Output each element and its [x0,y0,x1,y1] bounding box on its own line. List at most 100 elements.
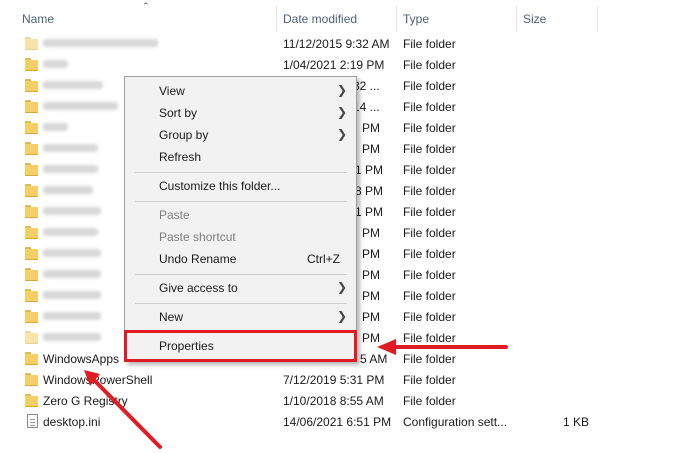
blurred-name [43,333,101,341]
menu-item-label: Undo Rename [159,252,237,266]
menu-item-give-access[interactable]: Give access to ❯ [125,277,356,299]
folder-icon [25,184,38,197]
menu-item-new[interactable]: New ❯ [125,306,356,328]
menu-item-label: Paste shortcut [159,230,236,244]
date-cell: 14 ... [353,100,380,114]
folder-icon [25,142,38,155]
date-cell: PM [362,268,380,282]
date-cell: PM [362,310,380,324]
folder-icon [25,121,38,134]
date-cell: PM [362,289,380,303]
type-cell: File folder [403,373,456,387]
date-cell: 7/12/2019 5:31 PM [283,373,385,387]
date-cell: PM [362,247,380,261]
menu-item-customize-folder[interactable]: Customize this folder... [125,175,356,197]
menu-item-label: Customize this folder... [159,179,281,193]
column-divider[interactable] [396,6,397,32]
date-cell: PM [362,226,380,240]
name-cell: WindowsPowerShell [43,373,153,387]
blurred-name [43,186,93,194]
menu-item-view[interactable]: View ❯ [125,80,356,102]
column-divider[interactable] [516,6,517,32]
date-cell: 14/06/2021 6:51 PM [283,415,392,429]
column-divider[interactable] [276,6,277,32]
chevron-right-icon: ❯ [336,280,347,294]
folder-icon [25,58,38,71]
menu-item-label: Give access to [159,281,238,295]
column-name[interactable]: Name [22,12,54,26]
table-row[interactable]: WindowsPowerShell 7/12/2019 5:31 PM File… [0,370,600,391]
menu-item-sort-by[interactable]: Sort by ❯ [125,102,356,124]
folder-icon [25,310,38,323]
menu-item-label: View [159,84,185,98]
date-cell: 1 PM [355,205,384,219]
table-row[interactable]: desktop.ini 14/06/2021 6:51 PM Configura… [0,412,600,433]
date-cell: 1/10/2018 8:55 AM [283,394,384,408]
menu-item-group-by[interactable]: Group by ❯ [125,124,356,146]
type-cell: File folder [403,352,456,366]
menu-item-undo-rename[interactable]: Undo Rename Ctrl+Z [125,248,356,270]
menu-separator [135,201,347,202]
context-menu: View ❯ Sort by ❯ Group by ❯ Refresh Cust… [124,76,357,362]
folder-icon [25,331,38,344]
folder-icon [25,289,38,302]
date-cell: 1 PM [355,163,384,177]
column-divider[interactable] [597,6,598,32]
blurred-name [43,312,101,320]
blurred-name [43,291,101,299]
folder-icon [25,394,38,407]
name-cell: WindowsApps [43,352,120,366]
chevron-right-icon: ❯ [336,105,347,119]
menu-item-paste-shortcut[interactable]: Paste shortcut [125,226,356,248]
menu-item-label: Sort by [159,106,198,120]
folder-icon [25,79,38,92]
type-cell: File folder [403,79,456,93]
column-size[interactable]: Size [523,12,546,26]
date-cell: 11/12/2015 9:32 AM [283,37,390,51]
column-type[interactable]: Type [403,12,429,26]
date-cell: PM [362,142,380,156]
blurred-name [43,39,158,47]
blurred-name [43,81,103,89]
type-cell: File folder [403,310,456,324]
type-cell: File folder [403,247,456,261]
type-cell: File folder [403,37,456,51]
table-row[interactable]: 1/04/2021 2:19 PM File folder [0,55,600,76]
blurred-name [43,60,68,68]
table-row[interactable]: Zero G Registry 1/10/2018 8:55 AM File f… [0,391,600,412]
chevron-right-icon: ❯ [336,309,347,323]
folder-icon [25,100,38,113]
menu-item-label: Refresh [159,150,202,164]
table-row[interactable]: 11/12/2015 9:32 AM File folder [0,34,600,55]
type-cell: File folder [403,226,456,240]
type-cell: File folder [403,58,456,72]
menu-item-paste[interactable]: Paste [125,204,356,226]
column-date-modified[interactable]: Date modified [283,12,357,26]
menu-separator [135,274,347,275]
type-cell: File folder [403,184,456,198]
type-cell: File folder [403,394,456,408]
date-cell: 8 PM [355,184,384,198]
menu-item-refresh[interactable]: Refresh [125,146,356,168]
type-cell: File folder [403,142,456,156]
properties-highlight-box [124,330,357,362]
column-header: ⌃ Name Date modified Type Size [0,0,600,36]
folder-icon [25,163,38,176]
blurred-name [43,165,98,173]
menu-separator [135,303,347,304]
blurred-name [43,249,101,257]
type-cell: File folder [403,121,456,135]
menu-separator [135,172,347,173]
chevron-right-icon: ❯ [336,127,347,141]
type-cell: File folder [403,100,456,114]
chevron-right-icon: ❯ [336,83,347,97]
blurred-name [43,270,101,278]
keyboard-shortcut: Ctrl+Z [307,252,340,266]
folder-icon [25,373,38,386]
type-cell: File folder [403,268,456,282]
blurred-name [43,207,101,215]
type-cell: File folder [403,163,456,177]
type-cell: File folder [403,205,456,219]
type-cell: Configuration sett... [403,415,508,429]
folder-icon [25,37,38,50]
